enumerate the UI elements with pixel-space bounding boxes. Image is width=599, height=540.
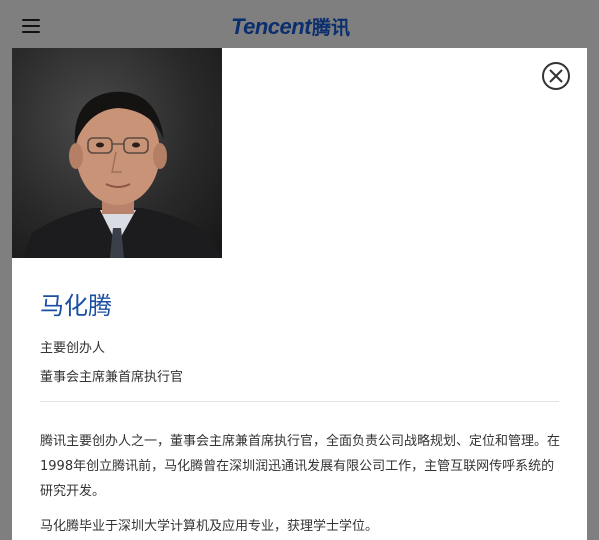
close-circle-icon [549,69,563,83]
tencent-logo[interactable]: Tencent 腾讯 [231,13,350,39]
close-button[interactable] [542,62,570,90]
role-chairman-ceo: 董事会主席兼首席执行官 [40,370,184,385]
profile-modal: 马化腾 主要创办人 董事会主席兼首席执行官 腾讯主要创办人之一，董事会主席兼首席… [12,48,587,540]
portrait-illustration [22,91,222,258]
logo-text-cn: 腾讯 [312,17,351,39]
hamburger-menu-icon[interactable] [22,19,40,33]
logo-text-en: Tencent [231,14,312,39]
role-founder: 主要创办人 [40,341,106,356]
divider [40,401,559,402]
bio-paragraph: 马化腾毕业于深圳大学计算机及应用专业，获理学士学位。 [40,519,379,534]
bio-paragraph: 腾讯主要创办人之一，董事会主席兼首席执行官，全面负责公司战略规划、定位和管理。在… [40,434,561,499]
top-bar: Tencent 腾讯 [0,0,599,48]
person-name: 马化腾 [40,292,112,320]
profile-photo [12,48,222,258]
